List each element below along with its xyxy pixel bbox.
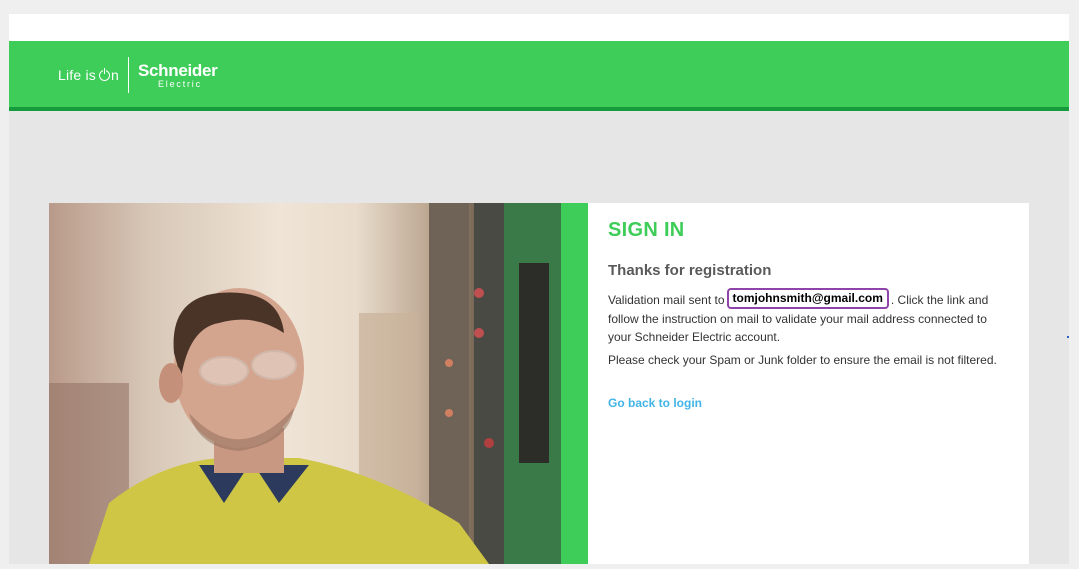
validation-prefix: Validation mail sent to bbox=[608, 293, 725, 307]
spam-note: Please check your Spam or Junk folder to… bbox=[608, 353, 997, 367]
brand-divider bbox=[127, 57, 129, 93]
power-icon bbox=[98, 67, 110, 81]
site-header: Life is n Schneider Electric bbox=[9, 41, 1069, 111]
accent-bar bbox=[561, 203, 588, 564]
tagline: Life is n bbox=[58, 67, 119, 83]
tagline-suffix: n bbox=[110, 67, 119, 83]
brand-lockup[interactable]: Life is n Schneider Electric bbox=[58, 57, 218, 93]
top-strip bbox=[9, 14, 1069, 41]
stray-dot bbox=[1067, 336, 1069, 338]
browser-viewport: Life is n Schneider Electric SIGN IN Tha… bbox=[9, 14, 1069, 564]
tagline-prefix: Life is bbox=[58, 67, 96, 83]
signin-card: SIGN IN Thanks for registration Validati… bbox=[49, 203, 1029, 564]
validation-message: Validation mail sent to tomjohnsmith@gmai… bbox=[608, 288, 1013, 346]
logo-name: Schneider bbox=[137, 60, 218, 80]
worker-illustration bbox=[49, 203, 561, 564]
back-to-login-link[interactable]: Go back to login bbox=[608, 396, 702, 410]
page-title: SIGN IN bbox=[608, 219, 685, 241]
email-highlight: tomjohnsmith@gmail.com bbox=[726, 288, 889, 309]
logo-sub: Electric bbox=[157, 78, 202, 89]
worker-photo bbox=[49, 203, 561, 564]
registration-heading: Thanks for registration bbox=[608, 262, 772, 279]
schneider-logo: Schneider Electric bbox=[138, 62, 218, 89]
